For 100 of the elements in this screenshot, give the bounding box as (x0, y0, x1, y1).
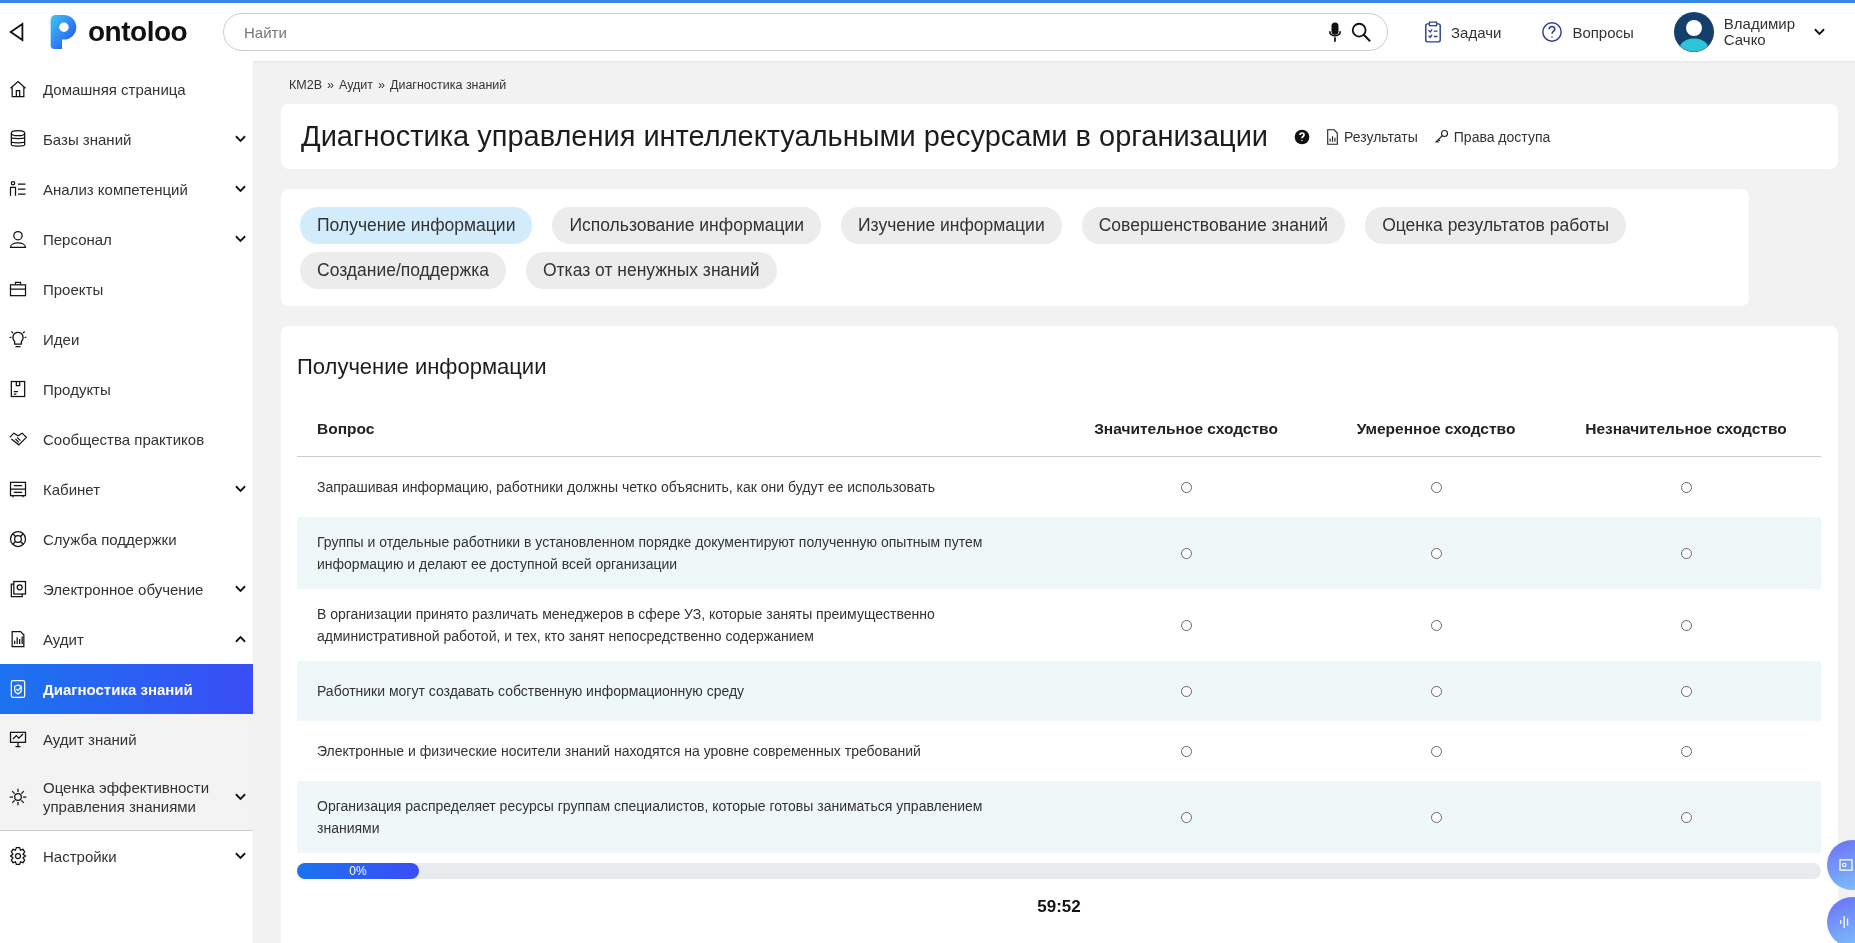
search-field[interactable]: Найти (223, 13, 1388, 51)
radio-button[interactable] (1680, 547, 1692, 559)
column-header: Незначительное сходство (1584, 420, 1788, 438)
section-title: Получение информации (297, 354, 548, 380)
breadcrumb-link[interactable]: Диагностика знаний (389, 78, 507, 92)
question-text: Организация распределяет ресурсы группам специалистов, которые готовы заниматься управлением знаниями (317, 797, 984, 838)
chevron-down-icon (235, 135, 246, 143)
breadcrumb-separator: » (378, 78, 385, 92)
nav-item[interactable]: Настройки (0, 831, 253, 881)
category-tab[interactable]: Использование информации (552, 207, 821, 244)
radio-button[interactable] (1430, 745, 1442, 757)
user-menu[interactable]: Владимир Сачко (1673, 12, 1825, 52)
top-link[interactable]: Вопросы (1541, 21, 1634, 43)
progress-label: 0% (349, 864, 367, 878)
nav-item[interactable]: Домашняя страница (0, 64, 253, 114)
category-tab[interactable]: Изучение информации (841, 207, 1062, 244)
chevron-down-icon (235, 235, 246, 243)
question-text: Запрашивая информацию, работники должны четко объяснить, как они будут ее использовать (317, 478, 937, 497)
microphone-icon[interactable] (1328, 21, 1342, 43)
question-text: В организации принято различать менеджеров в сфере УЗ, которые заняты преимущественно административной работой, и тех, кто занят непосредственно содержанием (317, 605, 936, 646)
category-tab[interactable]: Отказ от ненужных знаний (526, 252, 777, 289)
breadcrumb-link[interactable]: Аудит (338, 78, 373, 92)
settings-icon (8, 846, 28, 866)
chevron-down-icon (235, 793, 246, 801)
chevron-down-icon (235, 585, 246, 593)
person-icon (8, 229, 28, 249)
radio-button[interactable] (1180, 811, 1192, 823)
breadcrumb-separator: » (327, 78, 334, 92)
bulb-icon (8, 329, 28, 349)
nav-item[interactable]: Аудит (0, 614, 253, 664)
chevron-up-icon (235, 635, 246, 643)
nav-item[interactable]: Базы знаний (0, 114, 253, 164)
back-icon[interactable] (8, 21, 26, 43)
category-tab[interactable]: Создание/поддержка (300, 252, 506, 289)
radio-button[interactable] (1180, 547, 1192, 559)
breadcrumb-link[interactable]: КМ2В (289, 78, 322, 92)
column-header: Значительное сходство (1093, 420, 1279, 438)
nav-item[interactable]: Кабинет (0, 464, 253, 514)
sound-wave-icon (1839, 914, 1851, 930)
header-link[interactable]: Права доступа (1433, 128, 1551, 145)
chevron-down-icon (235, 185, 246, 193)
radio-button[interactable] (1680, 811, 1692, 823)
radio-button[interactable] (1180, 619, 1192, 631)
briefcase-icon (8, 279, 28, 299)
top-link[interactable]: Задачи (1424, 21, 1502, 43)
category-tab[interactable]: Оценка результатов работы (1365, 207, 1627, 244)
question-text: Группы и отдельные работники в установленном порядке документируют полученную опытным путем информацию и делают ее доступной всей организации (317, 533, 984, 574)
category-tab[interactable]: Получение информации (300, 207, 533, 244)
page-title: Диагностика управления интеллектуальными ресурсами в организации (301, 120, 1269, 153)
help-icon[interactable] (1294, 128, 1311, 145)
radio-button[interactable] (1430, 547, 1442, 559)
logo-text[interactable]: ontoloo (88, 16, 188, 48)
radio-button[interactable] (1680, 745, 1692, 757)
key-icon (1433, 129, 1449, 144)
nav-item[interactable]: Идеи (0, 314, 253, 364)
header-link[interactable]: Результаты (1326, 128, 1418, 145)
column-header: Умеренное сходство (1355, 420, 1517, 438)
nav-item[interactable]: Диагностика знаний (0, 664, 253, 714)
nav-item[interactable]: Продукты (0, 364, 253, 414)
avatar-icon (1673, 12, 1714, 52)
category-tab[interactable]: Совершенствование знаний (1081, 207, 1346, 244)
radio-button[interactable] (1180, 481, 1192, 493)
nav-item[interactable]: Электронное обучение (0, 564, 253, 614)
radio-button[interactable] (1680, 685, 1692, 697)
list-icon (8, 179, 28, 199)
shield-icon (8, 679, 28, 699)
nav-item[interactable]: Служба поддержки (0, 514, 253, 564)
radio-button[interactable] (1430, 619, 1442, 631)
cabinet-icon (8, 479, 28, 499)
nav-item[interactable]: Персонал (0, 214, 253, 264)
radio-button[interactable] (1680, 481, 1692, 493)
help-icon (1541, 21, 1564, 43)
camera-icon (1839, 859, 1853, 871)
nav-item[interactable]: Проекты (0, 264, 253, 314)
radio-button[interactable] (1430, 685, 1442, 697)
radio-button[interactable] (1180, 745, 1192, 757)
radio-button[interactable] (1430, 811, 1442, 823)
radio-button[interactable] (1680, 619, 1692, 631)
nav-item[interactable]: Анализ компетенций (0, 164, 253, 214)
lifebuoy-icon (8, 529, 28, 549)
nav-item[interactable]: Аудит знаний (0, 714, 253, 764)
nav-item[interactable]: Оценка эффективности управления знаниями (0, 764, 253, 830)
logo-icon (48, 13, 78, 51)
chevron-down-icon (235, 485, 246, 493)
database-icon (8, 129, 28, 149)
chevron-down-icon (1813, 28, 1825, 36)
question-text: Электронные и физические носители знаний находятся на уровне современных требований (317, 742, 922, 761)
column-header: Вопрос (316, 420, 376, 438)
question-text: Работники могут создавать собственную информационную среду (317, 682, 746, 701)
presentation-icon (8, 729, 28, 749)
box-icon (8, 379, 28, 399)
document-icon (1326, 128, 1340, 145)
search-icon[interactable] (1350, 21, 1372, 43)
book-icon (8, 579, 28, 599)
clipboard-icon (1424, 21, 1442, 43)
timer: 59:52 (1036, 897, 1082, 917)
radio-button[interactable] (1180, 685, 1192, 697)
home-icon (8, 79, 28, 99)
nav-item[interactable]: Сообщества практиков (0, 414, 253, 464)
radio-button[interactable] (1430, 481, 1442, 493)
